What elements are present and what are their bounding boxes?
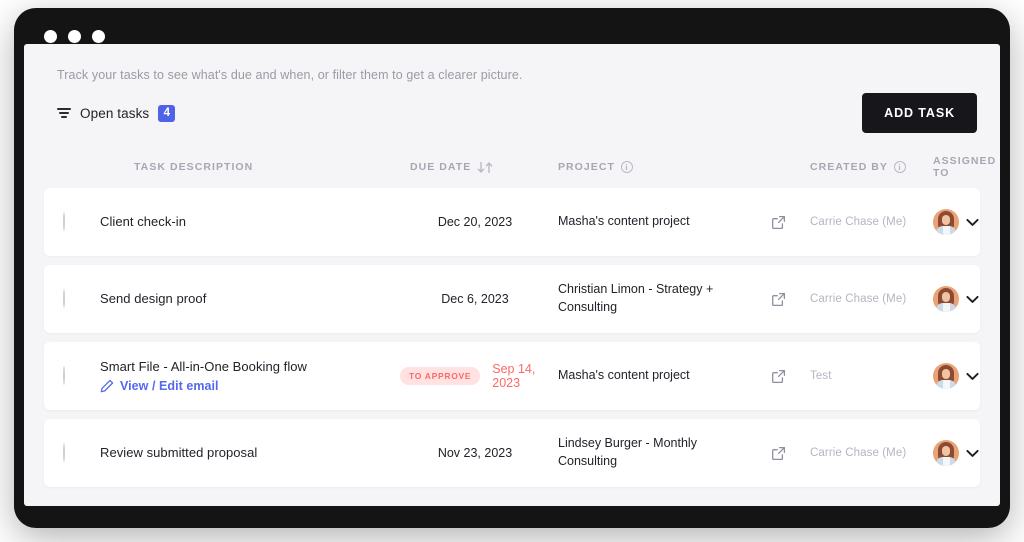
task-title: Client check-in	[100, 214, 400, 230]
open-project-link-icon[interactable]	[750, 292, 806, 307]
project-cell: Masha's content project	[550, 213, 750, 231]
assignee-chevron-down-icon[interactable]	[966, 372, 979, 381]
due-date-cell: Dec 20, 2023	[400, 215, 550, 229]
avatar	[933, 440, 959, 466]
task-description-cell: Send design proof	[100, 291, 400, 307]
view-edit-email-label: View / Edit email	[120, 379, 219, 393]
column-header-assigned-to-label: ASSIGNED TO	[933, 155, 1000, 179]
open-project-cell	[750, 292, 806, 307]
created-by-cell: Test	[806, 370, 931, 382]
due-date-value: Dec 6, 2023	[441, 292, 508, 306]
avatar	[933, 286, 959, 312]
project-cell: Masha's content project	[550, 367, 750, 385]
project-cell: Christian Limon - Strategy + Consulting	[550, 281, 750, 317]
task-description-cell: Smart File - All-in-One Booking flow View…	[100, 359, 400, 393]
open-project-cell	[750, 369, 806, 384]
assignee-chevron-down-icon[interactable]	[966, 295, 979, 304]
traffic-lights	[44, 30, 105, 43]
due-date-value: Sep 14, 2023	[492, 362, 550, 390]
assignee-chevron-down-icon[interactable]	[966, 449, 979, 458]
assigned-to-cell[interactable]	[931, 209, 1000, 235]
minimize-window-icon[interactable]	[68, 30, 81, 43]
task-description-cell: Review submitted proposal	[100, 445, 400, 461]
assigned-to-cell[interactable]	[931, 363, 1000, 389]
tasks-table: TASK DESCRIPTION DUE DATE PROJECT i CREA…	[44, 155, 980, 487]
open-project-link-icon[interactable]	[750, 215, 806, 230]
task-complete-radio[interactable]	[63, 212, 65, 231]
column-header-task-description: TASK DESCRIPTION	[100, 161, 400, 173]
table-header-row: TASK DESCRIPTION DUE DATE PROJECT i CREA…	[44, 155, 980, 179]
column-header-assigned-to: ASSIGNED TO	[931, 155, 1000, 179]
row-select-cell	[44, 367, 100, 385]
sort-arrows-icon[interactable]	[477, 162, 493, 173]
column-header-created-by-label: CREATED BY	[810, 161, 888, 173]
assignee-chevron-down-icon[interactable]	[966, 218, 979, 227]
task-complete-radio[interactable]	[63, 289, 65, 308]
assigned-to-cell[interactable]	[931, 440, 1000, 466]
view-edit-email-link[interactable]: View / Edit email	[100, 379, 400, 393]
task-title: Smart File - All-in-One Booking flow	[100, 359, 400, 375]
column-header-task-description-label: TASK DESCRIPTION	[134, 161, 253, 173]
due-date-cell: TO APPROVE Sep 14, 2023	[400, 362, 550, 390]
avatar	[933, 209, 959, 235]
due-date-cell: Nov 23, 2023	[400, 446, 550, 460]
column-header-project: PROJECT i	[550, 161, 750, 173]
intro-description: Track your tasks to see what's due and w…	[57, 68, 980, 82]
close-window-icon[interactable]	[44, 30, 57, 43]
column-header-due-date-label: DUE DATE	[410, 161, 471, 173]
avatar	[933, 363, 959, 389]
task-title: Review submitted proposal	[100, 445, 400, 461]
task-description-cell: Client check-in	[100, 214, 400, 230]
task-complete-radio[interactable]	[63, 443, 65, 462]
due-date-cell: Dec 6, 2023	[400, 292, 550, 306]
created-by-cell: Carrie Chase (Me)	[806, 216, 931, 228]
open-project-cell	[750, 215, 806, 230]
table-row[interactable]: Send design proof Dec 6, 2023 Christian Li…	[44, 265, 980, 333]
open-project-link-icon[interactable]	[750, 369, 806, 384]
table-row[interactable]: Smart File - All-in-One Booking flow View…	[44, 342, 980, 410]
add-task-button[interactable]: ADD TASK	[862, 93, 977, 133]
row-select-cell	[44, 444, 100, 462]
created-by-cell: Carrie Chase (Me)	[806, 447, 931, 459]
open-project-cell	[750, 446, 806, 461]
column-header-created-by: CREATED BY i	[806, 161, 931, 173]
task-title: Send design proof	[100, 291, 400, 307]
project-cell: Lindsey Burger - Monthly Consulting	[550, 435, 750, 471]
assigned-to-cell[interactable]	[931, 286, 1000, 312]
row-select-cell	[44, 213, 100, 231]
created-by-cell: Carrie Chase (Me)	[806, 293, 931, 305]
browser-window-frame: Track your tasks to see what's due and w…	[14, 8, 1010, 528]
column-header-project-label: PROJECT	[558, 161, 615, 173]
toolbar: Open tasks 4 ADD TASK	[57, 93, 980, 133]
created-by-info-icon[interactable]: i	[894, 161, 906, 173]
pencil-icon	[100, 379, 114, 393]
table-row[interactable]: Client check-in Dec 20, 2023 Masha's conte…	[44, 188, 980, 256]
due-date-value: Nov 23, 2023	[438, 446, 512, 460]
table-row[interactable]: Review submitted proposal Nov 23, 2023 Lin…	[44, 419, 980, 487]
filter-label: Open tasks	[80, 106, 149, 121]
open-tasks-count-badge: 4	[158, 105, 175, 122]
app-viewport: Track your tasks to see what's due and w…	[24, 44, 1000, 506]
open-project-link-icon[interactable]	[750, 446, 806, 461]
due-date-value: Dec 20, 2023	[438, 215, 512, 229]
open-tasks-filter[interactable]: Open tasks 4	[57, 105, 175, 122]
project-info-icon[interactable]: i	[621, 161, 633, 173]
task-rows: Client check-in Dec 20, 2023 Masha's conte…	[44, 188, 980, 487]
maximize-window-icon[interactable]	[92, 30, 105, 43]
task-complete-radio[interactable]	[63, 366, 65, 385]
filter-icon	[57, 108, 71, 118]
status-badge: TO APPROVE	[400, 367, 480, 385]
column-header-due-date[interactable]: DUE DATE	[400, 161, 550, 173]
row-select-cell	[44, 290, 100, 308]
